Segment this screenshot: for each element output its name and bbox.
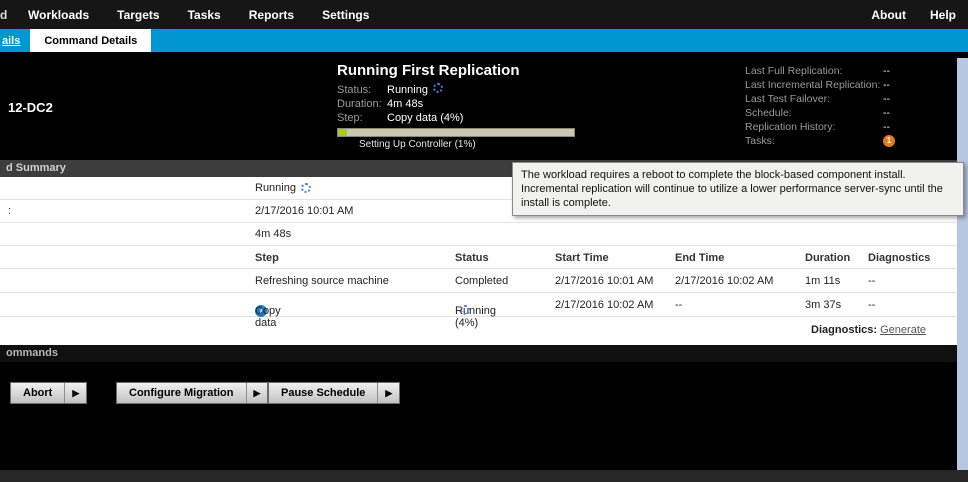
nav-item-settings[interactable]: Settings: [308, 8, 383, 22]
steps-table-header: Step Status Start Time End Time Duration…: [0, 246, 968, 269]
nav-item-reports[interactable]: Reports: [235, 8, 308, 22]
commands-panel: Abort ▶ Configure Migration ▶ Pause Sche…: [0, 362, 968, 470]
last-full-replication-label: Last Full Replication:: [745, 64, 883, 78]
configure-migration-button[interactable]: Configure Migration ▶: [116, 382, 268, 404]
pause-schedule-arrow-icon[interactable]: ▶: [377, 383, 399, 403]
end-time-cell: 2/17/2016 10:02 AM: [675, 275, 773, 287]
nav-item-help[interactable]: Help: [918, 8, 968, 22]
configure-migration-button-label: Configure Migration: [117, 387, 246, 399]
duration-label: Duration:: [337, 97, 387, 111]
diagnostics-cell: --: [868, 299, 875, 311]
replication-history-label: Replication History:: [745, 120, 883, 134]
replication-history-value: --: [883, 120, 890, 134]
generate-diagnostics-link[interactable]: Generate: [880, 324, 926, 336]
last-full-replication-value: --: [883, 64, 890, 78]
configure-migration-arrow-icon[interactable]: ▶: [246, 383, 268, 403]
end-time-cell: --: [675, 299, 682, 311]
last-incremental-replication-value: --: [883, 78, 890, 92]
summary-start-label-clipped: :: [8, 205, 11, 217]
status-cell: Completed: [455, 275, 508, 287]
last-test-failover-label: Last Test Failover:: [745, 92, 883, 106]
start-time-cell: 2/17/2016 10:02 AM: [555, 299, 653, 311]
summary-status-value: Running: [255, 182, 311, 194]
tasks-count-badge[interactable]: 1: [883, 135, 895, 147]
spinner-icon: [460, 305, 470, 315]
spinner-icon: [433, 83, 443, 93]
duration-value: 4m 48s: [387, 97, 423, 111]
spinner-icon: [301, 183, 311, 193]
pause-schedule-button-label: Pause Schedule: [269, 387, 377, 399]
reboot-required-tooltip: The workload requires a reboot to comple…: [512, 162, 964, 216]
nav-item-workloads[interactable]: Workloads: [14, 8, 103, 22]
col-step: Step: [255, 252, 279, 264]
summary-duration-value: 4m 48s: [255, 228, 291, 240]
nav-clipped-item[interactable]: d: [0, 8, 14, 22]
tasks-label: Tasks:: [745, 134, 883, 148]
abort-button-arrow-icon[interactable]: ▶: [64, 383, 86, 403]
summary-row-duration: 4m 48s: [0, 223, 968, 246]
nav-item-targets[interactable]: Targets: [103, 8, 173, 22]
nav-item-tasks[interactable]: Tasks: [174, 8, 235, 22]
tab-workload-details-clipped[interactable]: ails: [0, 35, 30, 52]
commands-section-header: ommands: [0, 345, 968, 362]
summary-start-value: 2/17/2016 10:01 AM: [255, 205, 353, 217]
sub-progress-caption: Setting Up Controller (1%): [337, 139, 587, 150]
replication-progress-bar: [337, 128, 575, 137]
workload-name: 12-DC2: [8, 100, 53, 115]
start-time-cell: 2/17/2016 10:01 AM: [555, 275, 653, 287]
duration-cell: 3m 37s: [805, 299, 841, 311]
last-incremental-replication-label: Last Incremental Replication:: [745, 78, 883, 92]
status-label: Status:: [337, 83, 387, 97]
tab-bar: ails Command Details: [0, 29, 968, 52]
bottom-bar: [0, 470, 968, 482]
col-start-time: Start Time: [555, 252, 609, 264]
status-value: Running: [387, 83, 428, 97]
diagnostics-footer: Diagnostics: Generate: [0, 317, 968, 345]
schedule-value: --: [883, 106, 890, 120]
schedule-label: Schedule:: [745, 106, 883, 120]
replication-info-panel: Last Full Replication: -- Last Increment…: [745, 64, 960, 148]
replication-progress-fill: [338, 129, 347, 136]
nav-item-about[interactable]: About: [859, 8, 918, 22]
app-window: d Workloads Targets Tasks Reports Settin…: [0, 0, 968, 482]
pause-schedule-button[interactable]: Pause Schedule ▶: [268, 382, 400, 404]
replication-status-block: Running First Replication Status: Runnin…: [337, 62, 587, 150]
step-label: Step:: [337, 111, 387, 125]
step-cell: Refreshing source machine: [255, 275, 389, 287]
step-value: Copy data (4%): [387, 111, 463, 125]
right-edge-strip: [957, 58, 968, 470]
tab-command-details[interactable]: Command Details: [30, 29, 151, 52]
replication-header: 12-DC2 Running First Replication Status:…: [0, 52, 968, 160]
col-diagnostics: Diagnostics: [868, 252, 930, 264]
abort-button-label: Abort: [11, 387, 64, 399]
col-status: Status: [455, 252, 489, 264]
col-end-time: End Time: [675, 252, 724, 264]
table-row: Refreshing source machine Completed 2/17…: [0, 269, 968, 293]
abort-button[interactable]: Abort ▶: [10, 382, 87, 404]
duration-cell: 1m 11s: [805, 275, 840, 287]
diagnostics-label: Diagnostics:: [811, 324, 877, 336]
replication-title: Running First Replication: [337, 62, 587, 79]
top-navigation: d Workloads Targets Tasks Reports Settin…: [0, 0, 968, 29]
col-duration: Duration: [805, 252, 850, 264]
last-test-failover-value: --: [883, 92, 890, 106]
diagnostics-cell: --: [868, 275, 875, 287]
table-row: iCopy data Running (4%) 2/17/2016 10:02 …: [0, 293, 968, 317]
